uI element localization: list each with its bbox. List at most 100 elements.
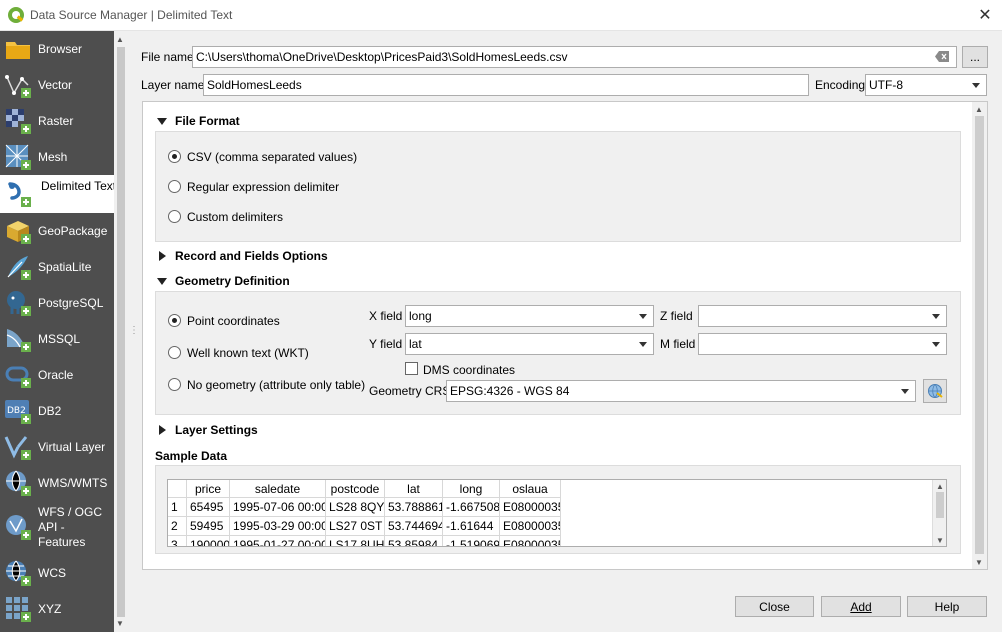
- y-field-label: Y field: [369, 337, 403, 351]
- sidebar-item-spatialite[interactable]: SpatiaLite: [0, 249, 114, 285]
- table-scrollbar[interactable]: ▲ ▼: [932, 480, 946, 546]
- radio-point-coordinates[interactable]: [168, 314, 181, 327]
- select-crs-button[interactable]: [923, 379, 947, 403]
- m-field-select[interactable]: [698, 333, 947, 355]
- sidebar-item-browser[interactable]: Browser: [0, 31, 114, 67]
- radio-csv[interactable]: [168, 150, 181, 163]
- column-header-oslaua[interactable]: oslaua: [500, 480, 561, 498]
- x-field-select[interactable]: long: [405, 305, 654, 327]
- x-field-label: X field: [369, 309, 403, 323]
- sidebar-item-raster[interactable]: Raster: [0, 103, 114, 139]
- radio-no-geometry-label[interactable]: No geometry (attribute only table): [187, 378, 365, 392]
- browse-button[interactable]: ...: [962, 46, 988, 68]
- sidebar-item-mssql[interactable]: MSSQL: [0, 321, 114, 357]
- options-scrollbar[interactable]: ▲ ▼: [972, 102, 987, 569]
- sidebar-item-label: Oracle: [38, 368, 74, 382]
- sidebar-item-virtual-layer[interactable]: Virtual Layer: [0, 429, 114, 465]
- sidebar-item-wms[interactable]: WMS/WMTS: [0, 465, 114, 501]
- x-field-value: long: [409, 309, 432, 323]
- column-header-long[interactable]: long: [443, 480, 500, 498]
- table-cell: E08000035: [500, 498, 561, 517]
- scroll-down-icon[interactable]: ▼: [936, 536, 944, 545]
- scroll-down-icon[interactable]: ▼: [975, 558, 983, 567]
- scroll-down-icon[interactable]: ▼: [116, 619, 124, 628]
- sidebar-item-geopackage[interactable]: GeoPackage: [0, 213, 114, 249]
- radio-point-coordinates-label[interactable]: Point coordinates: [187, 314, 280, 328]
- sidebar-item-oracle[interactable]: Oracle: [0, 357, 114, 393]
- sidebar-item-db2[interactable]: DB2 DB2: [0, 393, 114, 429]
- radio-csv-label[interactable]: CSV (comma separated values): [187, 150, 357, 164]
- column-header-postcode[interactable]: postcode: [326, 480, 385, 498]
- radio-custom-delimiters[interactable]: [168, 210, 181, 223]
- geometry-crs-select[interactable]: EPSG:4326 - WGS 84: [446, 380, 916, 402]
- sidebar-item-delimited-text[interactable]: Delimited Text: [0, 175, 114, 213]
- wms-icon: [6, 470, 31, 496]
- file-format-header[interactable]: File Format: [175, 114, 240, 128]
- splitter-handle[interactable]: ⋮: [129, 325, 139, 336]
- y-field-select[interactable]: lat: [405, 333, 654, 355]
- row-header: 1: [168, 498, 187, 517]
- radio-regex-label[interactable]: Regular expression delimiter: [187, 180, 339, 194]
- scrollbar-thumb[interactable]: [975, 116, 984, 554]
- folder-icon: [6, 42, 30, 59]
- sidebar-item-postgresql[interactable]: PostgreSQL: [0, 285, 114, 321]
- geometry-definition-header[interactable]: Geometry Definition: [175, 274, 290, 288]
- add-button[interactable]: Add: [821, 596, 901, 617]
- row-header: 3: [168, 536, 187, 546]
- scrollbar-thumb[interactable]: [936, 492, 944, 518]
- layer-settings-header[interactable]: Layer Settings: [175, 423, 258, 437]
- help-button[interactable]: Help: [907, 596, 987, 617]
- layer-name-input[interactable]: SoldHomesLeeds: [203, 74, 809, 96]
- collapse-icon[interactable]: [157, 118, 167, 125]
- table-corner: [168, 480, 187, 498]
- scroll-up-icon[interactable]: ▲: [936, 482, 944, 491]
- table-cell: 53.744694: [385, 517, 443, 536]
- table-cell: 190000: [187, 536, 230, 546]
- file-name-input[interactable]: C:\Users\thoma\OneDrive\Desktop\PricesPa…: [192, 46, 957, 68]
- sidebar-item-label: GeoPackage: [38, 224, 108, 238]
- sidebar-scrollbar[interactable]: ▲ ▼: [114, 31, 128, 632]
- chevron-down-icon: [639, 314, 647, 319]
- column-header-price[interactable]: price: [187, 480, 230, 498]
- radio-no-geometry[interactable]: [168, 378, 181, 391]
- sidebar-item-xyz[interactable]: XYZ: [0, 591, 114, 627]
- radio-regex[interactable]: [168, 180, 181, 193]
- sidebar-item-label: Delimited Text: [41, 179, 114, 193]
- title-bar: Data Source Manager | Delimited Text ✕: [0, 0, 1002, 31]
- column-header-saledate[interactable]: saledate: [230, 480, 326, 498]
- expand-icon[interactable]: [159, 251, 166, 261]
- record-fields-header[interactable]: Record and Fields Options: [175, 249, 328, 263]
- expand-icon[interactable]: [159, 425, 166, 435]
- qgis-logo-icon: [8, 7, 24, 23]
- encoding-select[interactable]: UTF-8: [865, 74, 987, 96]
- y-field-value: lat: [409, 337, 422, 351]
- z-field-select[interactable]: [698, 305, 947, 327]
- radio-wkt[interactable]: [168, 346, 181, 359]
- dms-coordinates-label[interactable]: DMS coordinates: [423, 363, 515, 377]
- radio-custom-delimiters-label[interactable]: Custom delimiters: [187, 210, 283, 224]
- table-cell: LS28 8QY: [326, 498, 385, 517]
- sidebar-item-label: PostgreSQL: [38, 296, 104, 310]
- sidebar-item-vector[interactable]: Vector: [0, 67, 114, 103]
- scrollbar-thumb[interactable]: [117, 47, 125, 617]
- column-header-lat[interactable]: lat: [385, 480, 443, 498]
- wcs-icon: [6, 560, 31, 586]
- scroll-up-icon[interactable]: ▲: [116, 35, 124, 44]
- sidebar-item-wfs[interactable]: WFS / OGC API - Features: [0, 501, 114, 555]
- radio-wkt-label[interactable]: Well known text (WKT): [187, 346, 309, 360]
- sidebar-item-label: Virtual Layer: [38, 440, 106, 454]
- dms-coordinates-checkbox[interactable]: [405, 362, 418, 375]
- scroll-up-icon[interactable]: ▲: [975, 105, 983, 114]
- close-button[interactable]: Close: [735, 596, 814, 617]
- clear-input-icon[interactable]: [935, 51, 949, 62]
- collapse-icon[interactable]: [157, 278, 167, 285]
- close-window-button[interactable]: ✕: [968, 0, 1002, 31]
- sidebar-item-label: WCS: [38, 566, 66, 580]
- row-header: 2: [168, 517, 187, 536]
- sidebar-item-wcs[interactable]: WCS: [0, 555, 114, 591]
- sidebar-item-mesh[interactable]: Mesh: [0, 139, 114, 175]
- sample-data-header: Sample Data: [155, 449, 228, 463]
- table-cell: 1995-03-29 00:00: [230, 517, 326, 536]
- virtual-layer-icon: [4, 436, 31, 460]
- xyz-icon: [6, 597, 31, 622]
